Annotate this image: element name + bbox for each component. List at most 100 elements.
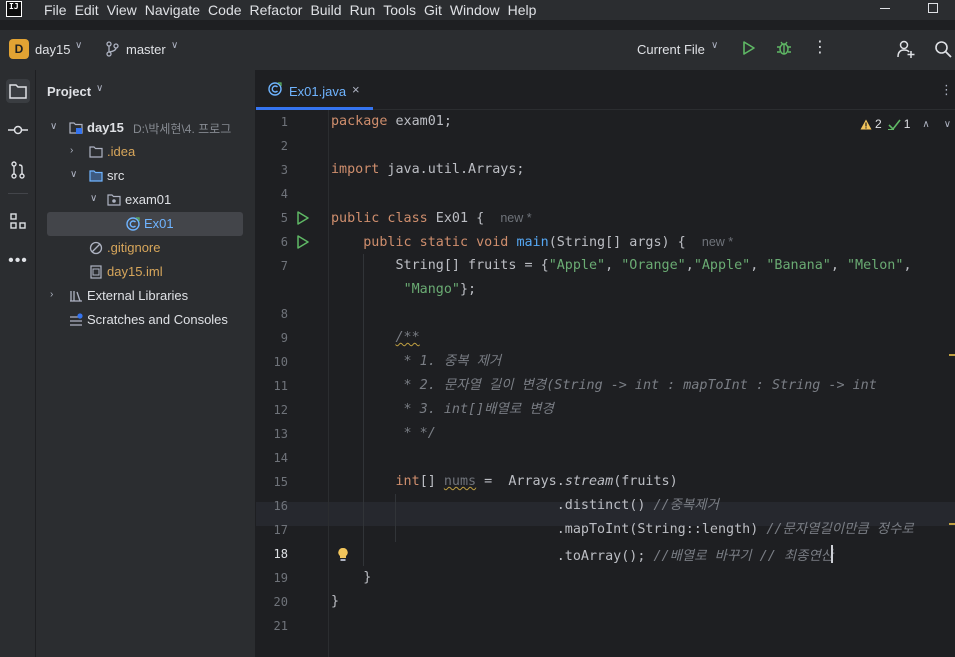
code-line-18[interactable]: .toArray(); //배열로 바꾸기 // 최종연산: [331, 542, 834, 566]
line-number[interactable]: 2: [256, 134, 288, 158]
line-number-current[interactable]: 18: [256, 542, 288, 566]
menu-edit[interactable]: Edit: [75, 2, 99, 18]
tree-item-gitignore[interactable]: .gitignore: [36, 236, 256, 260]
panel-title[interactable]: Project: [47, 84, 91, 99]
code-editor: Ex01.java × ⋮ 1 2 3 4 5 6 7 8 9 10 11 12…: [256, 70, 955, 657]
code-line-19[interactable]: }: [331, 566, 371, 590]
error-stripe-mark[interactable]: [949, 523, 955, 525]
search-icon[interactable]: [934, 40, 952, 58]
line-number[interactable]: 3: [256, 158, 288, 182]
code-content[interactable]: package exam01; import java.util.Arrays;…: [328, 110, 955, 657]
structure-tool-icon[interactable]: [6, 209, 30, 233]
line-number[interactable]: 4: [256, 182, 288, 206]
tab-ex01-java[interactable]: Ex01.java ×: [256, 70, 373, 110]
debug-icon[interactable]: [775, 39, 793, 57]
line-number[interactable]: 17: [256, 518, 288, 542]
line-number[interactable]: 16: [256, 494, 288, 518]
menu-help[interactable]: Help: [508, 2, 537, 18]
line-number[interactable]: 14: [256, 446, 288, 470]
code-line-7-wrap[interactable]: "Mango"};: [331, 278, 477, 302]
tree-item-ex01[interactable]: Ex01: [47, 212, 243, 236]
menu-tools[interactable]: Tools: [383, 2, 416, 18]
menu-refactor[interactable]: Refactor: [250, 2, 303, 18]
run-class-icon[interactable]: [296, 211, 310, 225]
chevron-down-icon[interactable]: ∨: [50, 121, 57, 132]
chevron-down-icon[interactable]: ∨: [96, 83, 103, 94]
line-number[interactable]: 1: [256, 110, 288, 134]
more-tools-icon[interactable]: •••: [6, 249, 30, 273]
line-number[interactable]: 12: [256, 398, 288, 422]
intellij-logo[interactable]: IJ: [6, 1, 22, 17]
git-branch-icon[interactable]: [105, 41, 119, 57]
project-panel: Project ∨ ∨ day15 D:\박세현\4. 프로그 › .idea …: [36, 70, 256, 657]
project-switcher[interactable]: day15: [35, 42, 70, 57]
maximize-button[interactable]: [928, 3, 938, 13]
strip-divider: [8, 193, 28, 194]
code-line-5[interactable]: public class Ex01 { new *: [331, 206, 532, 230]
project-badge[interactable]: D: [9, 39, 29, 59]
chevron-down-icon[interactable]: ∨: [75, 40, 82, 51]
line-number[interactable]: 5: [256, 206, 288, 230]
tree-item-day15[interactable]: ∨ day15 D:\박세현\4. 프로그: [36, 116, 256, 140]
menu-build[interactable]: Build: [310, 2, 341, 18]
code-line-17[interactable]: .mapToInt(String::length) //문자열길이만큼 정수로: [331, 518, 914, 542]
git-branch-switcher[interactable]: master: [126, 42, 166, 57]
tree-item-external-libraries[interactable]: › External Libraries: [36, 284, 256, 308]
code-line-12[interactable]: * 3. int[]배열로 변경: [331, 398, 554, 422]
chevron-down-icon[interactable]: ∨: [711, 40, 718, 51]
run-icon[interactable]: [741, 40, 757, 56]
commit-tool-icon[interactable]: [6, 118, 30, 142]
project-tool-icon[interactable]: [6, 79, 30, 103]
run-configuration-selector[interactable]: Current File: [637, 42, 705, 57]
code-line-15[interactable]: int[] nums = Arrays.stream(fruits): [331, 470, 678, 494]
code-line-16[interactable]: .distinct() //중복제거: [331, 494, 719, 518]
line-number[interactable]: 9: [256, 326, 288, 350]
tree-item-idea[interactable]: › .idea: [36, 140, 256, 164]
tree-item-path: D:\박세현\4. 프로그: [133, 122, 232, 136]
menu-code[interactable]: Code: [208, 2, 241, 18]
menu-file[interactable]: File: [44, 2, 67, 18]
line-number[interactable]: 15: [256, 470, 288, 494]
chevron-right-icon[interactable]: ›: [50, 289, 53, 300]
line-number[interactable]: 6: [256, 230, 288, 254]
code-line-13[interactable]: * */: [331, 422, 436, 446]
tree-item-exam01[interactable]: ∨ exam01: [36, 188, 256, 212]
chevron-down-icon[interactable]: ∨: [70, 169, 77, 180]
run-main-icon[interactable]: [296, 235, 310, 249]
error-stripe-mark[interactable]: [949, 354, 955, 356]
code-line-9[interactable]: /**: [331, 326, 420, 350]
code-line-11[interactable]: * 2. 문자열 길이 변경(String -> int : mapToInt …: [331, 374, 877, 398]
code-line-6[interactable]: public static void main(String[] args) {…: [331, 230, 733, 254]
chevron-down-icon[interactable]: ∨: [171, 40, 178, 51]
tree-item-scratches[interactable]: Scratches and Consoles: [36, 308, 256, 332]
line-number[interactable]: 7: [256, 254, 288, 278]
code-line-20[interactable]: }: [331, 590, 339, 614]
more-actions-button[interactable]: ⋮: [812, 39, 828, 57]
code-line-3[interactable]: import java.util.Arrays;: [331, 158, 525, 182]
menu-run[interactable]: Run: [350, 2, 376, 18]
code-line-10[interactable]: * 1. 중복 제거: [331, 350, 502, 374]
line-number[interactable]: 10: [256, 350, 288, 374]
menu-view[interactable]: View: [107, 2, 137, 18]
main-toolbar: D day15 ∨ master ∨ Current File ∨ ⋮: [0, 30, 955, 70]
chevron-right-icon[interactable]: ›: [70, 145, 73, 156]
minimize-button[interactable]: [880, 8, 890, 9]
line-number[interactable]: 13: [256, 422, 288, 446]
code-line-1[interactable]: package exam01;: [331, 110, 452, 134]
line-number[interactable]: 20: [256, 590, 288, 614]
tree-item-src[interactable]: ∨ src: [36, 164, 256, 188]
code-with-me-icon[interactable]: [896, 39, 916, 59]
tree-item-iml[interactable]: day15.iml: [36, 260, 256, 284]
pull-requests-icon[interactable]: [6, 158, 30, 182]
line-number[interactable]: 11: [256, 374, 288, 398]
tab-actions-button[interactable]: ⋮: [940, 82, 953, 98]
close-icon[interactable]: ×: [352, 82, 360, 97]
menu-window[interactable]: Window: [450, 2, 500, 18]
line-number[interactable]: 8: [256, 302, 288, 326]
code-line-7[interactable]: String[] fruits = {"Apple", "Orange","Ap…: [331, 254, 912, 278]
line-number[interactable]: 19: [256, 566, 288, 590]
line-number[interactable]: 21: [256, 614, 288, 638]
menu-navigate[interactable]: Navigate: [145, 2, 200, 18]
chevron-down-icon[interactable]: ∨: [90, 193, 97, 204]
menu-git[interactable]: Git: [424, 2, 442, 18]
